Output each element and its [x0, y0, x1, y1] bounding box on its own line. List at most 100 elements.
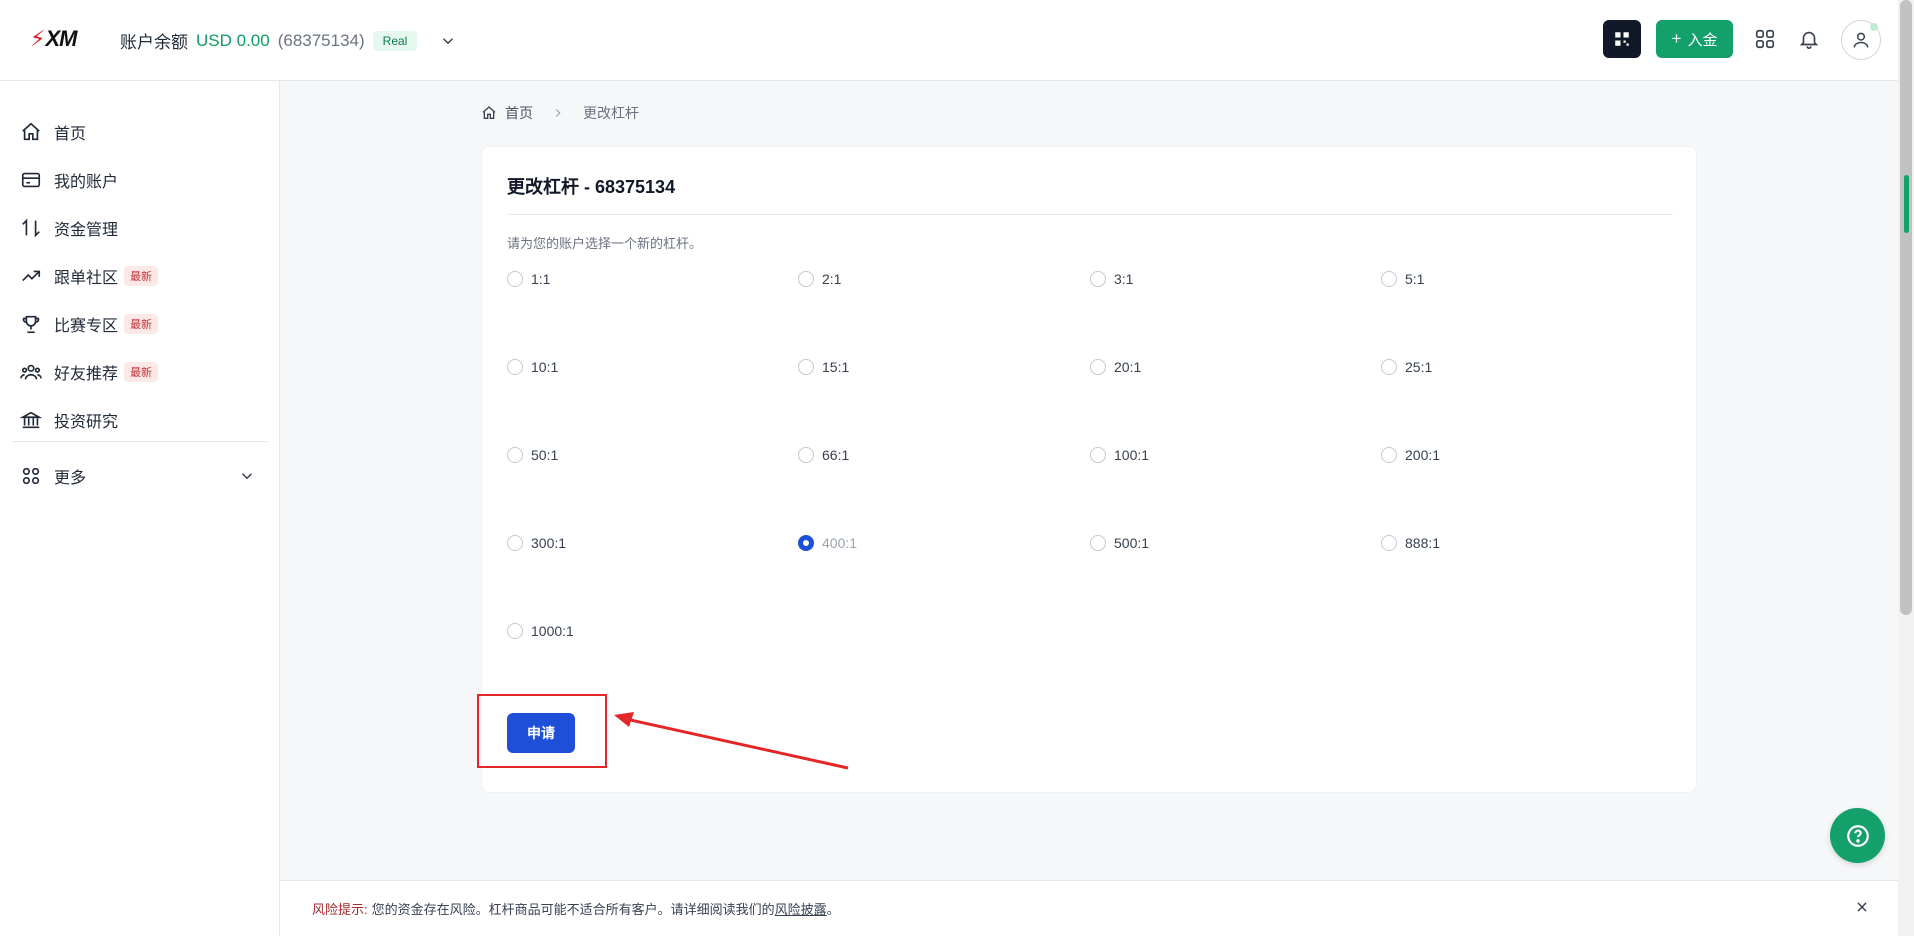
breadcrumb-home[interactable]: 首页 — [505, 103, 533, 123]
radio-button[interactable] — [1090, 447, 1106, 463]
xm-logo[interactable]: ⚡XM — [30, 26, 77, 52]
transfer-icon — [22, 218, 40, 238]
radio-button[interactable] — [1090, 271, 1106, 287]
leverage-option[interactable]: 400:1 — [798, 535, 857, 551]
leverage-option[interactable]: 25:1 — [1381, 359, 1432, 375]
radio-button[interactable] — [1381, 447, 1397, 463]
leverage-option-label: 1:1 — [531, 271, 551, 287]
sidebar-item-label: 好友推荐 — [54, 366, 119, 383]
radio-button[interactable] — [507, 535, 523, 551]
deposit-label: 入金 — [1687, 31, 1718, 49]
users-icon — [20, 364, 42, 380]
leverage-option[interactable]: 200:1 — [1381, 447, 1440, 463]
leverage-option-label: 500:1 — [1114, 535, 1150, 551]
leverage-option[interactable]: 1:1 — [507, 271, 550, 287]
radio-button[interactable] — [798, 359, 814, 375]
sidebar-item-home[interactable]: 首页 — [20, 117, 86, 147]
radio-button[interactable] — [1090, 359, 1106, 375]
radio-button[interactable] — [798, 271, 814, 287]
leverage-option[interactable]: 300:1 — [507, 535, 566, 551]
apps-grid-button[interactable] — [1752, 26, 1778, 52]
balance-label: 账户余额 — [120, 33, 188, 52]
help-button[interactable] — [1830, 808, 1885, 863]
bell-icon — [1799, 31, 1819, 49]
leverage-option[interactable]: 888:1 — [1381, 535, 1440, 551]
apps-grid-icon — [22, 467, 40, 485]
leverage-option[interactable]: 10:1 — [507, 359, 558, 375]
breadcrumb-current: 更改杠杆 — [583, 105, 639, 121]
bank-icon — [20, 411, 42, 429]
radio-button[interactable] — [507, 271, 523, 287]
leverage-option[interactable]: 15:1 — [798, 359, 849, 375]
sidebar-item-research[interactable]: 投资研究 — [20, 405, 118, 435]
radio-button[interactable] — [507, 359, 523, 375]
sidebar-item-label: 更多 — [54, 470, 87, 487]
sidebar-item-label: 首页 — [54, 126, 87, 143]
account-id: (68375134) — [277, 30, 365, 50]
leverage-option[interactable]: 1000:1 — [507, 623, 574, 639]
leverage-option-label: 888:1 — [1405, 535, 1441, 551]
leverage-option[interactable]: 500:1 — [1090, 535, 1149, 551]
new-badge: 最新 — [124, 314, 159, 334]
sidebar-item-label: 资金管理 — [54, 222, 119, 239]
radio-button[interactable] — [1090, 535, 1106, 551]
leverage-option[interactable]: 50:1 — [507, 447, 558, 463]
sidebar-divider — [12, 441, 267, 442]
scrollbar-thumb[interactable] — [1900, 0, 1912, 615]
leverage-option[interactable]: 3:1 — [1090, 271, 1133, 287]
sidebar-item-label: 投资研究 — [54, 414, 119, 431]
sidebar-item-label: 跟单社区 — [54, 270, 119, 287]
sidebar-item-copy-trading[interactable]: 跟单社区 最新 — [20, 261, 159, 291]
radio-button[interactable] — [507, 623, 523, 639]
breadcrumb: 首页 更改杠杆 — [481, 103, 639, 123]
risk-warning-end: 。 — [826, 902, 840, 917]
risk-disclosure-link[interactable]: 风险披露 — [775, 899, 827, 918]
scroll-indicator — [1904, 175, 1909, 233]
sidebar-item-funds[interactable]: 资金管理 — [20, 213, 118, 243]
new-badge: 最新 — [124, 362, 159, 382]
leverage-option-label: 50:1 — [531, 447, 559, 463]
user-avatar[interactable] — [1841, 20, 1881, 60]
qr-code-icon — [1615, 32, 1629, 46]
home-icon[interactable] — [481, 105, 497, 121]
radio-button[interactable] — [798, 447, 814, 463]
chevron-down-icon[interactable] — [439, 32, 457, 50]
notifications-button[interactable] — [1796, 26, 1822, 52]
radio-button[interactable] — [507, 447, 523, 463]
leverage-option-label: 100:1 — [1114, 447, 1150, 463]
sidebar-item-label: 比赛专区 — [54, 318, 119, 335]
leverage-option-label: 200:1 — [1405, 447, 1441, 463]
chevron-right-icon — [555, 109, 561, 117]
radio-button[interactable] — [1381, 271, 1397, 287]
annotation-highlight-box — [477, 694, 607, 768]
leverage-option[interactable]: 2:1 — [798, 271, 841, 287]
radio-button[interactable] — [1381, 535, 1397, 551]
risk-warning-bar: 风险提示: 您的资金存在风险。杠杆商品可能不适合所有客户。请详细阅读我们的 风险… — [280, 880, 1898, 936]
account-type-badge: Real — [372, 30, 418, 51]
trophy-icon — [22, 315, 40, 334]
leverage-option-label: 10:1 — [531, 359, 559, 375]
leverage-option[interactable]: 66:1 — [798, 447, 849, 463]
balance-amount: USD 0.00 — [196, 30, 270, 50]
sidebar-item-more[interactable]: 更多 — [20, 461, 86, 491]
chevron-down-icon[interactable] — [238, 467, 256, 485]
qr-code-button[interactable] — [1603, 20, 1641, 58]
deposit-button[interactable]: + 入金 — [1656, 20, 1733, 58]
close-icon — [1857, 902, 1867, 912]
sidebar-item-referral[interactable]: 好友推荐 最新 — [20, 357, 159, 387]
title-divider — [507, 214, 1673, 215]
leverage-option[interactable]: 20:1 — [1090, 359, 1141, 375]
leverage-option-label: 400:1 — [822, 535, 858, 551]
home-icon — [22, 122, 40, 141]
change-leverage-card: 更改杠杆 - 68375134 请为您的账户选择一个新的杠杆。 1:1 2:1 3:… — [481, 146, 1697, 793]
radio-button[interactable] — [798, 535, 814, 551]
leverage-option[interactable]: 100:1 — [1090, 447, 1149, 463]
leverage-option-label: 15:1 — [822, 359, 850, 375]
close-risk-button[interactable] — [1852, 897, 1872, 917]
radio-button[interactable] — [1381, 359, 1397, 375]
leverage-option[interactable]: 5:1 — [1381, 271, 1424, 287]
risk-warning-text: 您的资金存在风险。杠杆商品可能不适合所有客户。请详细阅读我们的 — [371, 902, 775, 917]
sidebar-item-competitions[interactable]: 比赛专区 最新 — [20, 309, 159, 339]
leverage-option-label: 3:1 — [1114, 271, 1134, 287]
sidebar-item-my-accounts[interactable]: 我的账户 — [20, 165, 118, 195]
